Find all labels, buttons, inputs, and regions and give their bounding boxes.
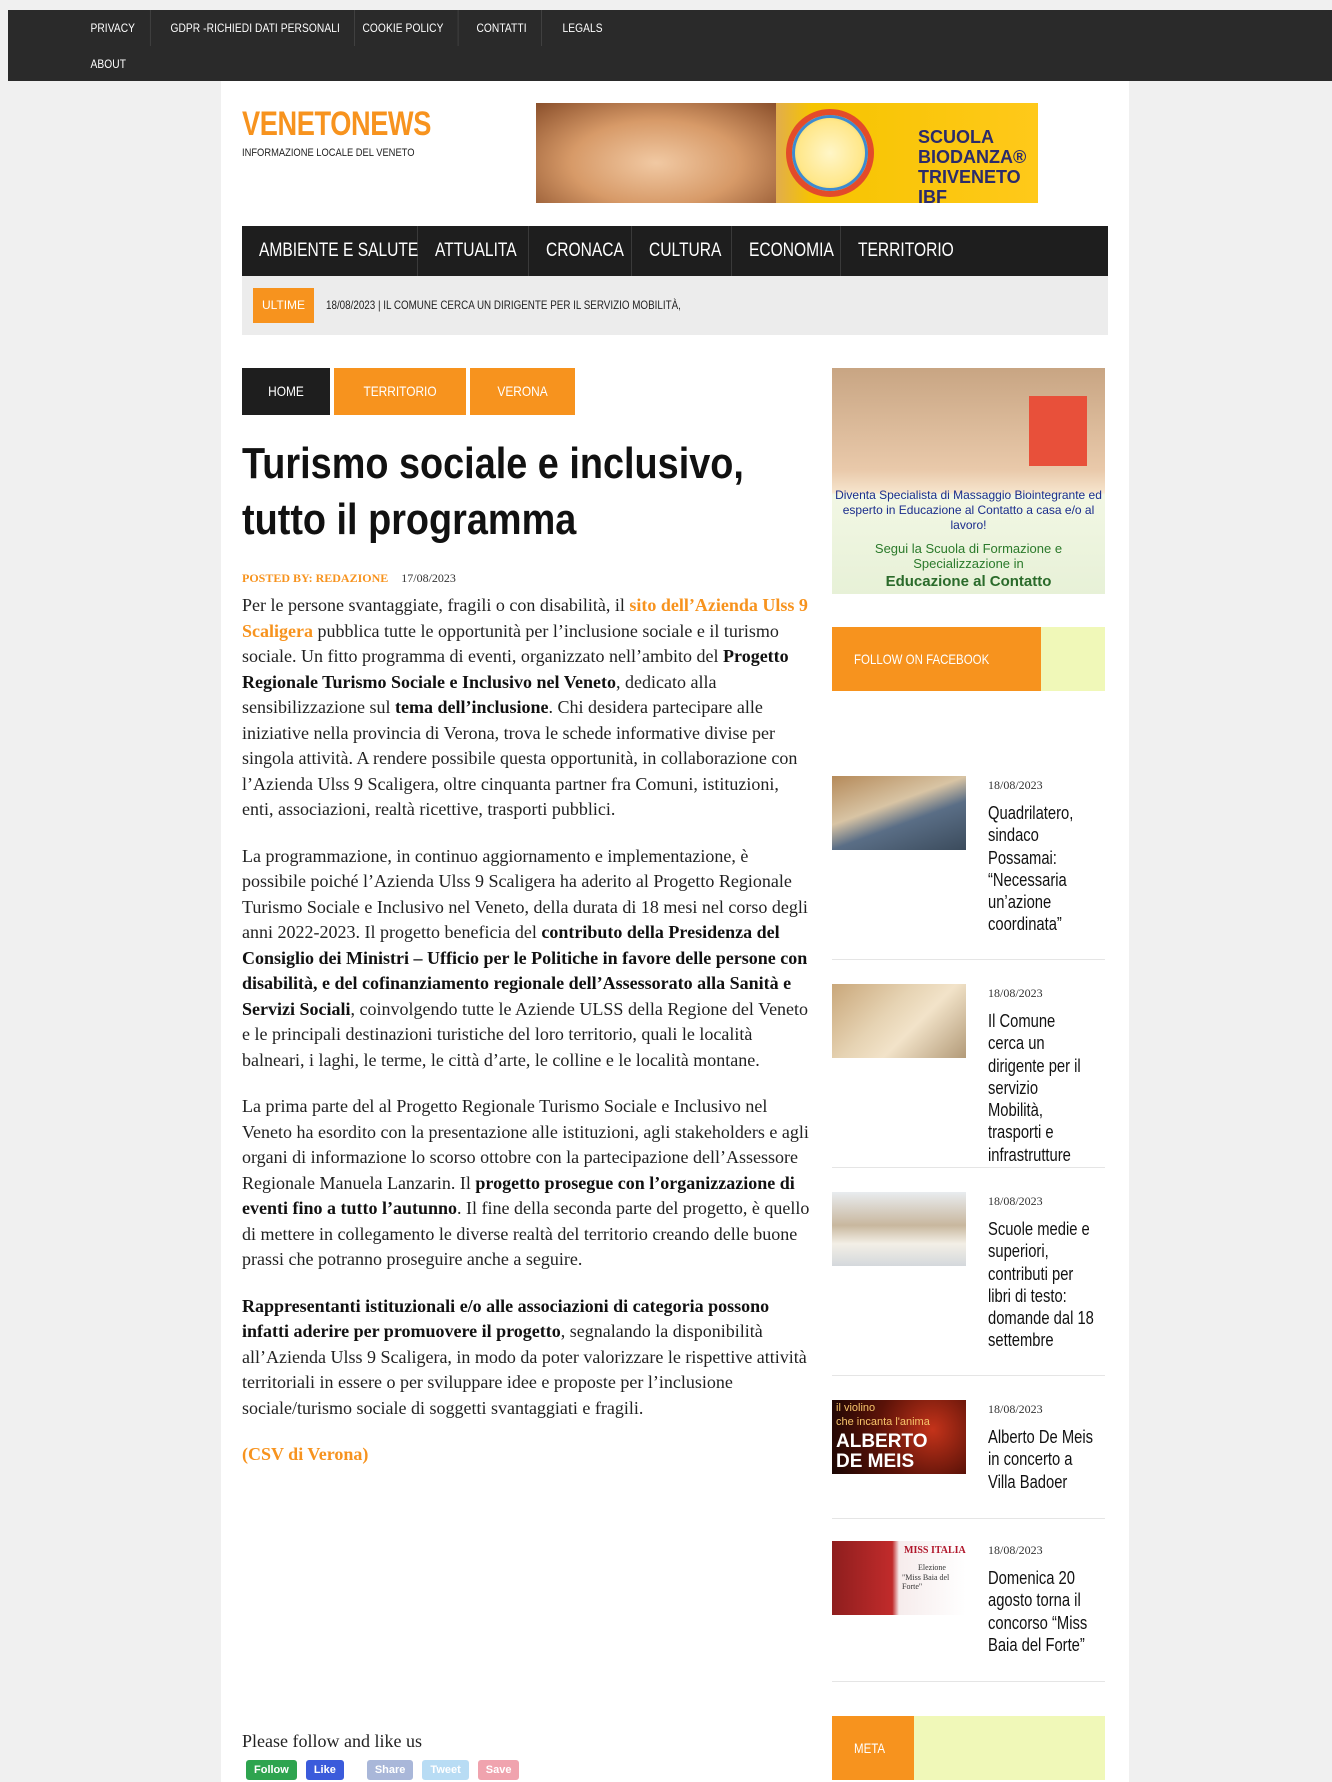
facebook-widget-label[interactable]: FOLLOW ON FACEBOOK — [832, 627, 1041, 691]
article-paragraph: La prima parte del al Progetto Regionale… — [242, 1096, 810, 1269]
post-divider — [832, 959, 1105, 960]
banner-line-2: BIODANZA® — [918, 147, 1027, 167]
site-tagline: INFORMAZIONE LOCALE DEL VENETO — [242, 147, 415, 159]
post-divider — [832, 1518, 1105, 1519]
post-thumbnail[interactable]: MISS ITALIA Elezione "Miss Baia del Fort… — [832, 1541, 966, 1615]
facebook-widget-header: FOLLOW ON FACEBOOK — [832, 627, 1105, 691]
article-body: Per le persone svantaggiate, fragili o c… — [242, 593, 812, 1489]
page-container: VENETONEWS INFORMAZIONE LOCALE DEL VENET… — [221, 81, 1129, 1782]
banner-line-3: TRIVENETO IBF — [918, 167, 1021, 203]
top-link-privacy[interactable]: PRIVACY — [76, 10, 151, 46]
post-divider — [832, 1375, 1105, 1376]
nav-cronaca[interactable]: CRONACA — [529, 226, 632, 276]
post-date: 18/08/2023 — [988, 1194, 1043, 1208]
thumb-text: ALBERTO DE MEIS — [836, 1431, 928, 1472]
thumb-text: Elezione — [918, 1563, 946, 1572]
share-title: Please follow and like us — [242, 1731, 422, 1751]
thumb-text: MISS ITALIA — [904, 1545, 966, 1556]
site-logo[interactable]: VENETONEWS — [242, 105, 431, 144]
top-links-row-2: ABOUT — [76, 46, 152, 81]
breadcrumb-territorio[interactable]: TERRITORIO — [334, 368, 467, 415]
banner-photo — [536, 103, 776, 203]
massage-school-logo-icon — [1029, 396, 1087, 466]
ad-text-1: Diventa Specialista di Massaggio Biointe… — [835, 488, 1102, 532]
top-link-contatti[interactable]: CONTATTI — [462, 10, 543, 46]
breadcrumb: HOME TERRITORIO VERONA — [242, 368, 576, 415]
post-date: 18/08/2023 — [988, 1402, 1043, 1416]
article-paragraph: Rappresentanti istituzionali e/o alle as… — [242, 1295, 807, 1418]
meta-widget-label: META — [832, 1716, 914, 1780]
article-author[interactable]: POSTED BY: REDAZIONE — [242, 571, 388, 585]
follow-button[interactable]: Follow — [246, 1760, 297, 1780]
top-link-gdpr[interactable]: GDPR -RICHIEDI DATI PERSONALI — [156, 10, 355, 46]
ad-text-2: Segui la Scuola di Formazione e Speciali… — [874, 541, 1063, 571]
post-title[interactable]: Domenica 20 agosto torna il concorso “Mi… — [988, 1567, 1095, 1656]
post-thumbnail[interactable]: il violino che incanta l'anima ALBERTO D… — [832, 1400, 966, 1474]
banner-text: SCUOLA BIODANZA® TRIVENETO IBF — [918, 127, 1038, 203]
like-button[interactable]: Like — [305, 1760, 344, 1780]
header-banner-ad[interactable]: SCUOLA BIODANZA® TRIVENETO IBF — [536, 103, 1038, 203]
post-thumbnail[interactable] — [832, 776, 966, 850]
article-paragraph: Per le persone svantaggiate, fragili o c… — [242, 595, 808, 819]
tweet-button[interactable]: Tweet — [422, 1760, 469, 1780]
top-link-cookie-policy[interactable]: COOKIE POLICY — [348, 10, 459, 46]
breadcrumb-home[interactable]: HOME — [242, 368, 330, 415]
share-button[interactable]: Share — [366, 1760, 414, 1780]
thumb-text: che incanta l'anima — [836, 1416, 930, 1428]
banner-line-1: SCUOLA — [918, 127, 994, 147]
post-date: 18/08/2023 — [988, 986, 1043, 1000]
nav-cultura[interactable]: CULTURA — [632, 226, 732, 276]
article-title: Turismo sociale e inclusivo, tutto il pr… — [242, 439, 744, 544]
post-title[interactable]: Scuole medie e superiori, contributi per… — [988, 1218, 1095, 1352]
post-title[interactable]: Quadrilatero, sindaco Possamai: “Necessa… — [988, 802, 1095, 936]
sidebar-ad-massage[interactable]: Diventa Specialista di Massaggio Biointe… — [832, 368, 1105, 594]
post-divider — [832, 1167, 1105, 1168]
meta-widget-header: META — [832, 1716, 1105, 1780]
nav-territorio[interactable]: TERRITORIO — [841, 226, 956, 276]
article-meta: POSTED BY: REDAZIONE 17/08/2023 — [242, 571, 456, 586]
ticker-label: ULTIME — [253, 288, 314, 323]
top-links-row-1: PRIVACY GDPR -RICHIEDI DATI PERSONALI CO… — [76, 10, 622, 46]
top-link-about[interactable]: ABOUT — [76, 46, 140, 81]
nav-economia[interactable]: ECONOMIA — [732, 226, 841, 276]
ticker-headline[interactable]: 18/08/2023 | IL COMUNE CERCA UN DIRIGENT… — [326, 288, 681, 323]
pinterest-save-button[interactable]: Save — [477, 1760, 520, 1780]
article-source: (CSV di Verona) — [242, 1444, 369, 1464]
main-navigation: AMBIENTE E SALUTE ATTUALITA CRONACA CULT… — [242, 226, 1108, 276]
nav-ambiente-e-salute[interactable]: AMBIENTE E SALUTE — [242, 226, 418, 276]
top-bar: PRIVACY GDPR -RICHIEDI DATI PERSONALI CO… — [8, 10, 1332, 81]
post-date: 18/08/2023 — [988, 778, 1043, 792]
post-thumbnail[interactable] — [832, 1192, 966, 1266]
post-thumbnail[interactable] — [832, 984, 966, 1058]
thumb-text: "Miss Baia del Forte" — [902, 1573, 950, 1591]
ad-text-3: Educazione al Contatto — [885, 573, 1052, 590]
top-link-legals[interactable]: LEGALS — [548, 10, 617, 46]
thumb-text: il violino — [836, 1402, 876, 1414]
biodanza-logo-icon — [786, 109, 874, 197]
breadcrumb-verona[interactable]: VERONA — [470, 368, 576, 415]
share-buttons: Follow Like Share Tweet Save — [246, 1760, 520, 1780]
post-title[interactable]: Alberto De Meis in concerto a Villa Bado… — [988, 1426, 1095, 1493]
article-date: 17/08/2023 — [401, 571, 456, 585]
post-title[interactable]: Il Comune cerca un dirigente per il serv… — [988, 1010, 1095, 1166]
post-divider — [832, 1681, 1105, 1682]
article-paragraph: La programmazione, in continuo aggiornam… — [242, 845, 809, 1070]
nav-attualita[interactable]: ATTUALITA — [418, 226, 529, 276]
news-ticker: ULTIME 18/08/2023 | IL COMUNE CERCA UN D… — [242, 276, 1108, 335]
post-date: 18/08/2023 — [988, 1543, 1043, 1557]
